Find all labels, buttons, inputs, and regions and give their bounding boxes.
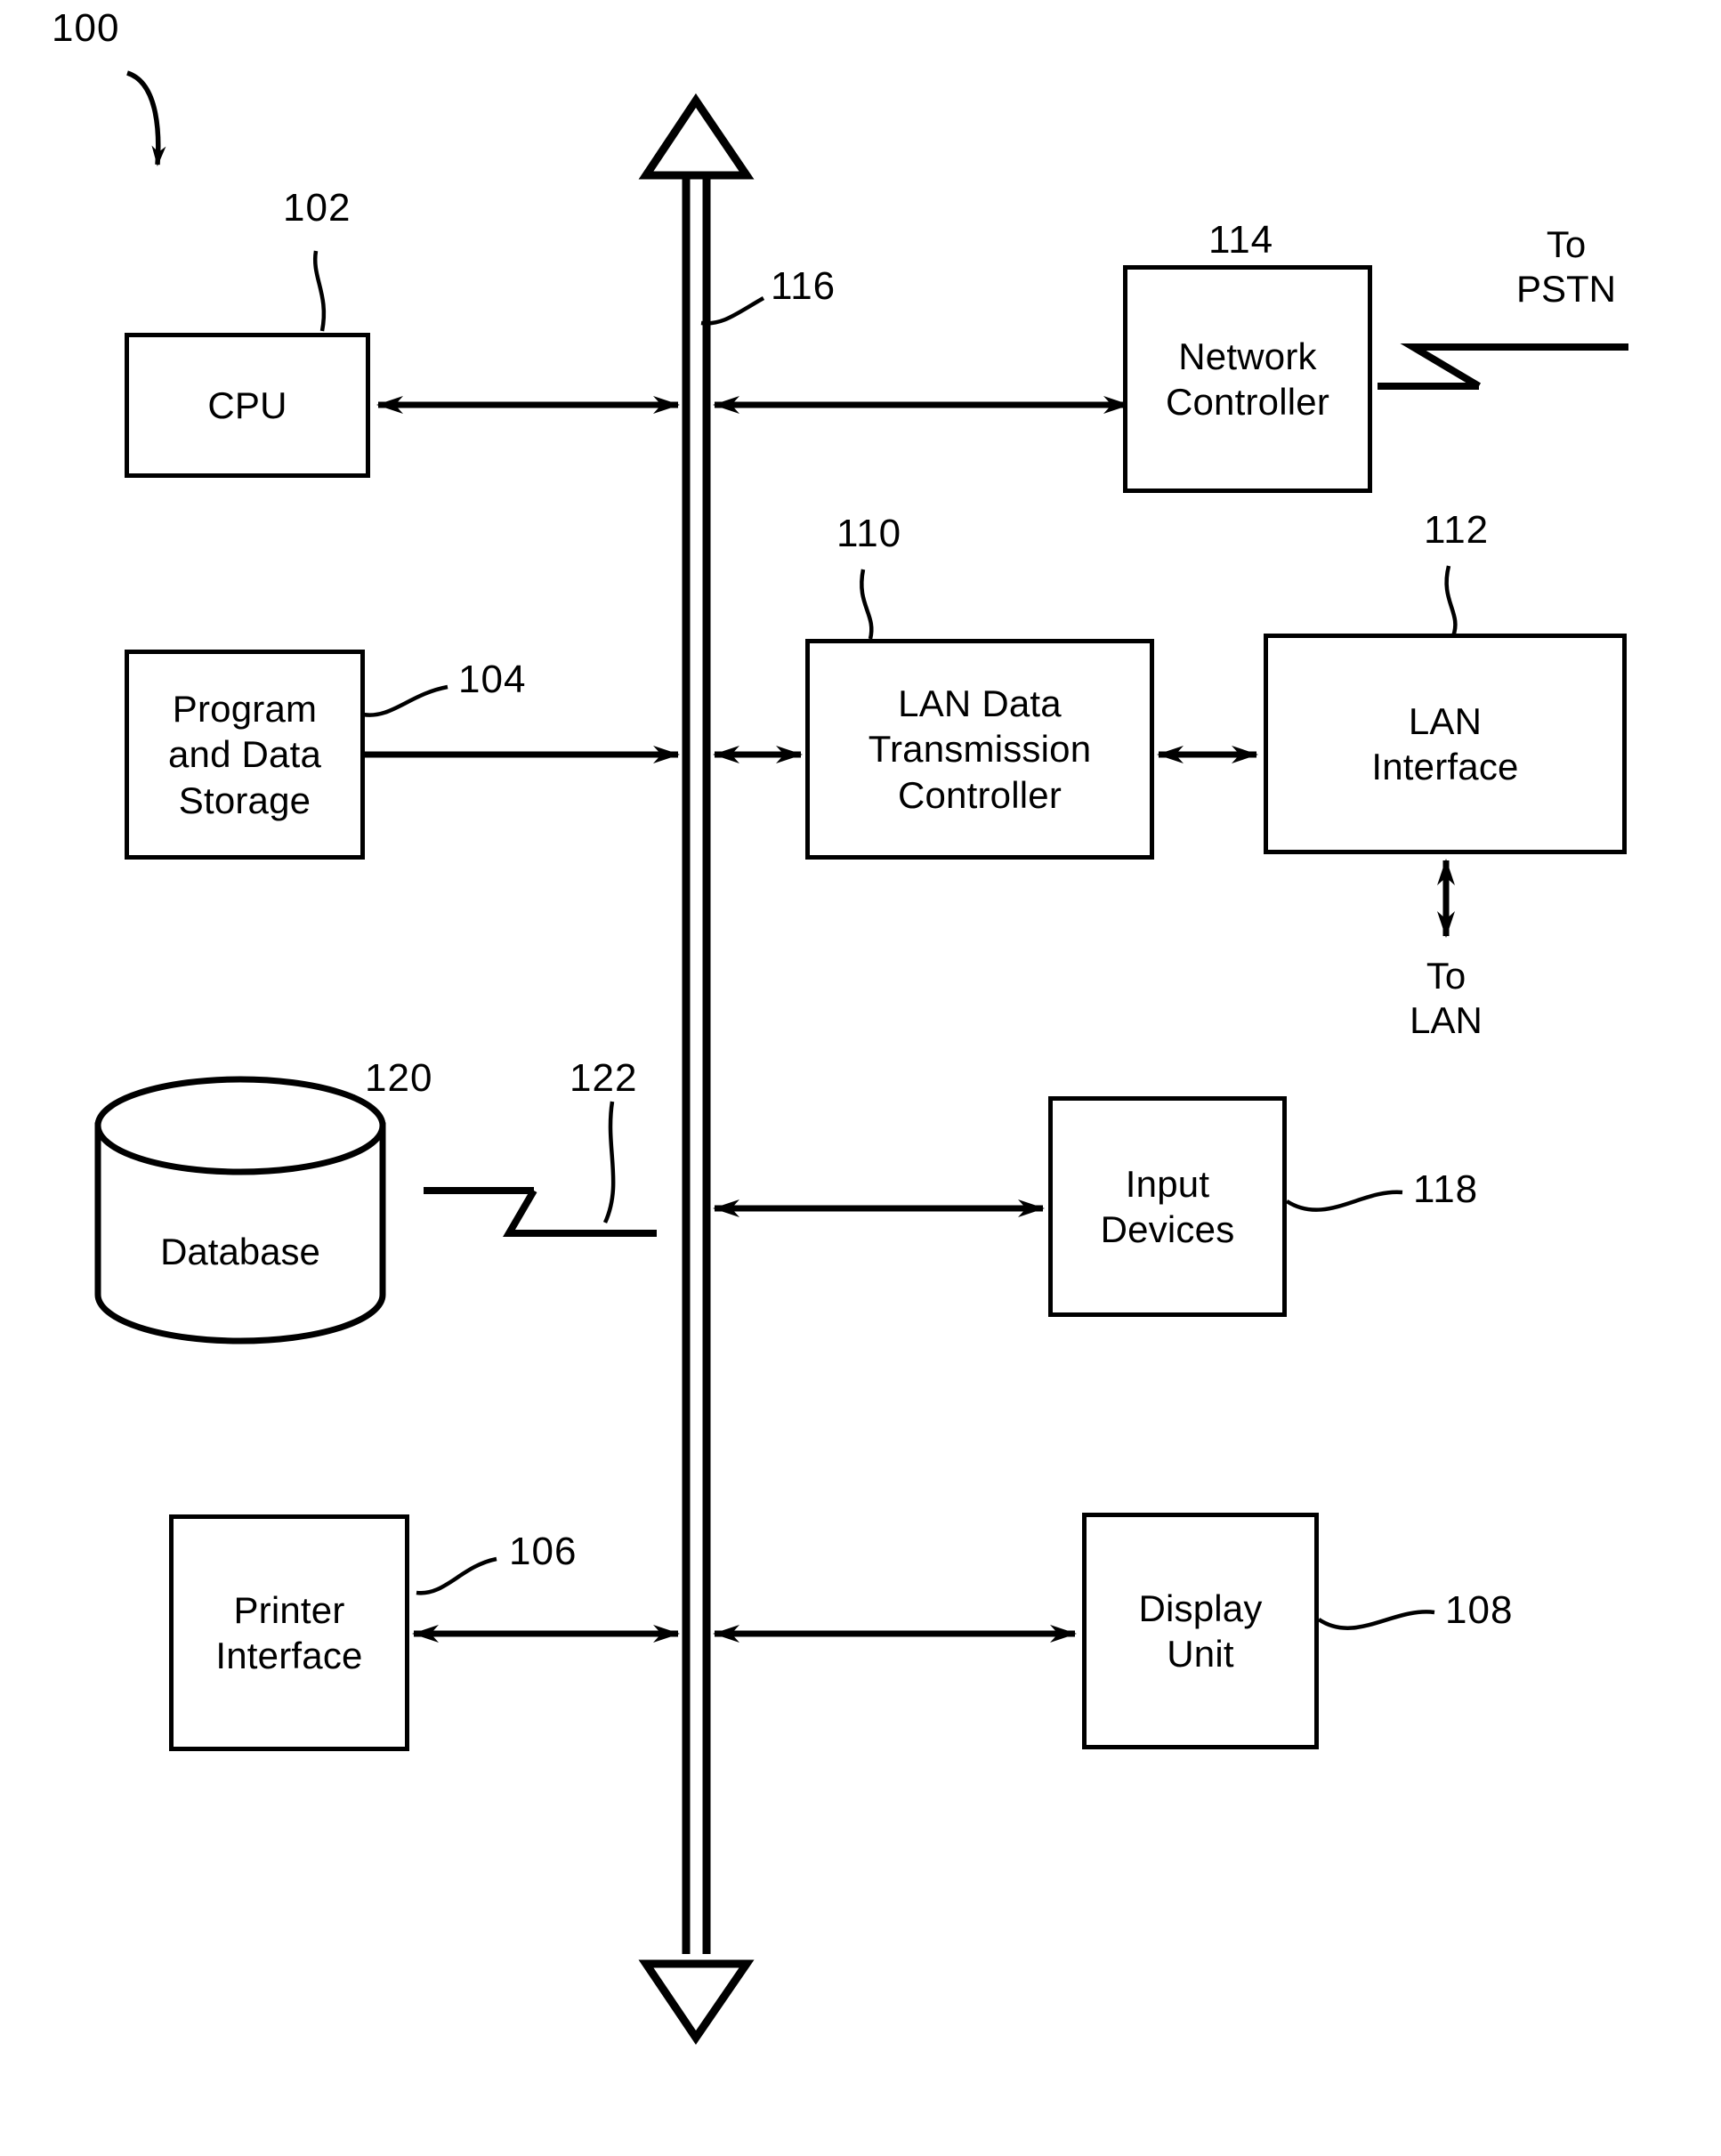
ref-numeral-104: 104 bbox=[458, 658, 527, 701]
ref-numeral-120: 120 bbox=[365, 1056, 433, 1100]
leader-line-106 bbox=[416, 1556, 497, 1595]
block-network-controller[interactable]: Network Controller bbox=[1123, 265, 1372, 493]
block-display-unit[interactable]: Display Unit bbox=[1082, 1513, 1319, 1749]
ref-numeral-100: 100 bbox=[52, 6, 120, 50]
block-lan-data-transmission-controller[interactable]: LAN Data Transmission Controller bbox=[805, 639, 1154, 860]
connector-database-bus-122 bbox=[424, 1187, 657, 1237]
leader-line-110 bbox=[860, 569, 874, 640]
block-storage-label: Program and Data Storage bbox=[167, 688, 322, 821]
block-printer-label: Printer Interface bbox=[215, 1588, 363, 1676]
leader-line-108 bbox=[1317, 1610, 1435, 1630]
leader-line-112 bbox=[1444, 565, 1458, 637]
ref-numeral-106: 106 bbox=[509, 1530, 578, 1573]
block-printer-interface[interactable]: Printer Interface bbox=[169, 1514, 409, 1751]
block-input-devices-label: Input Devices bbox=[1100, 1162, 1235, 1250]
leader-line-100 bbox=[125, 70, 166, 166]
ref-numeral-102: 102 bbox=[283, 186, 351, 230]
block-network-controller-label: Network Controller bbox=[1165, 335, 1330, 423]
database-label: Database bbox=[160, 1231, 320, 1272]
block-cpu-label: CPU bbox=[207, 384, 287, 426]
block-cpu[interactable]: CPU bbox=[125, 333, 370, 478]
leader-line-122 bbox=[602, 1101, 616, 1223]
ref-numeral-116: 116 bbox=[771, 264, 836, 308]
block-program-and-data-storage[interactable]: Program and Data Storage bbox=[125, 650, 365, 860]
block-lan-if-label: LAN Interface bbox=[1371, 699, 1519, 787]
ref-numeral-122: 122 bbox=[570, 1056, 638, 1100]
block-input-devices[interactable]: Input Devices bbox=[1048, 1096, 1287, 1317]
block-lan-tx-label: LAN Data Transmission Controller bbox=[868, 682, 1092, 816]
patent-figure-page: CPU 102 Program and Data Storage 104 Pri… bbox=[0, 0, 1721, 2156]
annotation-to-lan: To LAN bbox=[1410, 955, 1483, 1041]
ref-numeral-108: 108 bbox=[1445, 1588, 1514, 1632]
block-display-label: Display Unit bbox=[1138, 1587, 1263, 1675]
leader-line-118 bbox=[1285, 1190, 1403, 1212]
block-lan-interface[interactable]: LAN Interface bbox=[1264, 634, 1627, 854]
connector-network-controller-pstn bbox=[1378, 343, 1628, 390]
ref-numeral-118: 118 bbox=[1413, 1167, 1479, 1211]
ref-numeral-112: 112 bbox=[1424, 508, 1490, 552]
ref-numeral-110: 110 bbox=[836, 512, 902, 555]
leader-line-102 bbox=[312, 250, 327, 332]
annotation-to-pstn: To PSTN bbox=[1515, 223, 1616, 310]
ref-numeral-114: 114 bbox=[1208, 218, 1274, 262]
database-cylinder-shape bbox=[94, 1076, 386, 1344]
leader-line-104 bbox=[362, 684, 448, 717]
system-bus-116 bbox=[638, 93, 755, 2045]
diagram-canvas bbox=[94, 70, 1628, 2045]
